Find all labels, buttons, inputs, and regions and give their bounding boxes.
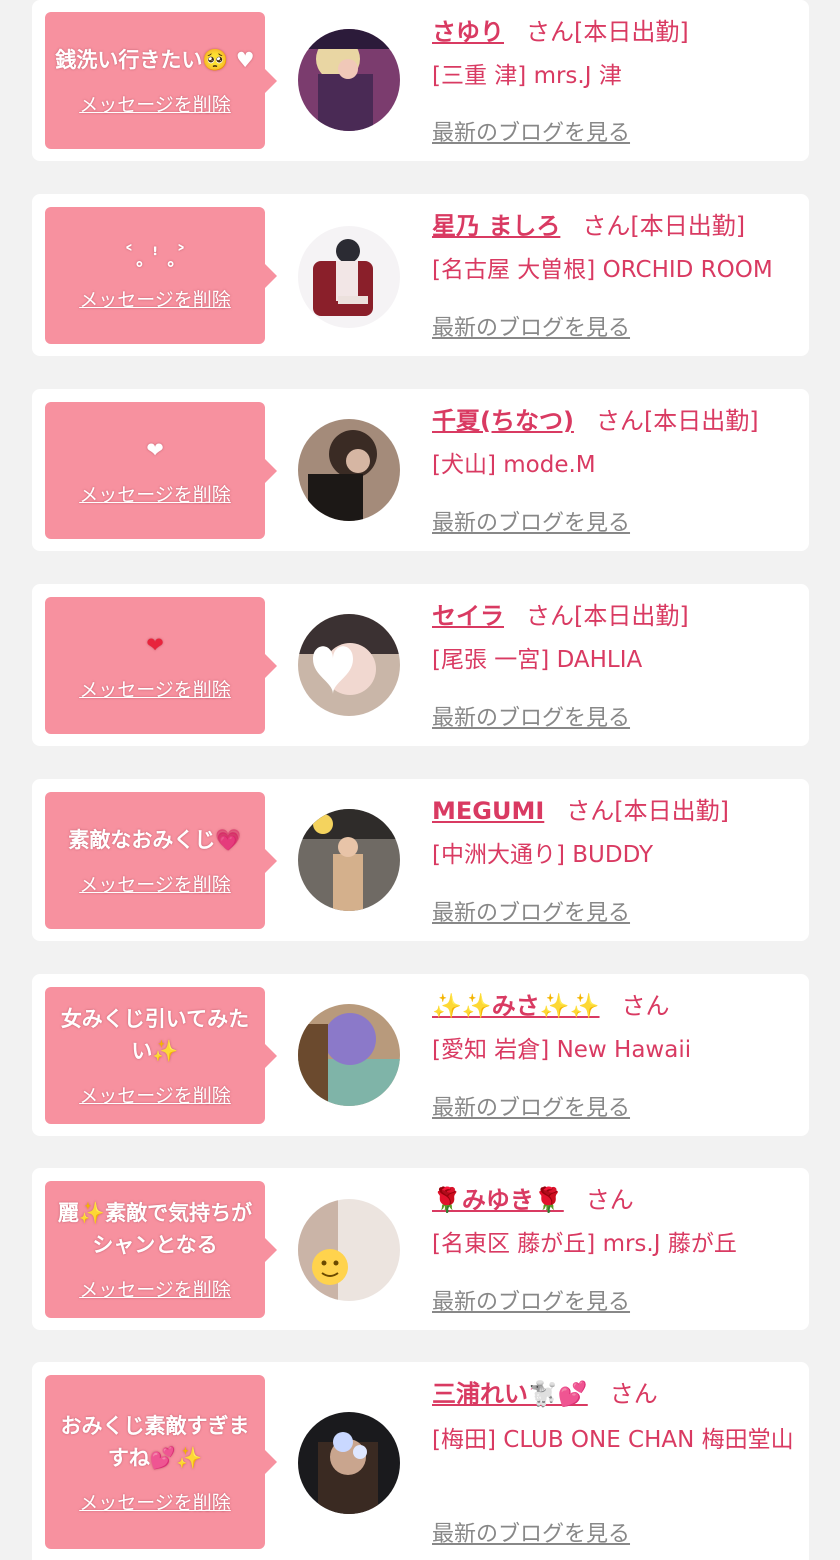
favorite-card: 銭洗い行きたい🥺 ♥ メッセージを削除 さゆり さん[本日出勤] [三重 津] m… — [32, 0, 809, 161]
shop-name: [梅田] CLUB ONE CHAN 梅田堂山 — [432, 1427, 794, 1453]
cast-name-link[interactable]: 星乃 ましろ — [432, 212, 560, 240]
latest-blog-link[interactable]: 最新のブログを見る — [432, 115, 630, 147]
favorite-card: 麗✨素敵で気持ちがシャンとなる メッセージを削除 🌹みゆき🌹 さん [名東区 藤が… — [32, 1168, 809, 1330]
san-label: さん — [595, 407, 644, 435]
san-label: さん — [582, 212, 631, 240]
message-emoji: 🥺 ♥ — [202, 48, 255, 72]
message-bubble: ˂˳ ꜝ ˳˃ メッセージを削除 — [45, 207, 277, 344]
message-bubble: 女みくじ引いてみたい✨ メッセージを削除 — [45, 987, 277, 1124]
message-text: 女みくじ引いてみたい✨ — [53, 1003, 257, 1067]
cast-name-link[interactable]: さゆり — [432, 18, 504, 46]
message-text-body: 銭洗い行きたい — [55, 48, 203, 72]
message-emoji: ✨ — [152, 1039, 179, 1063]
attendance-status: [本日出勤] — [643, 407, 759, 435]
shop-name: [愛知 岩倉] New Hawaii — [432, 1037, 692, 1063]
message-text: 素敵なおみくじ💗 — [68, 824, 241, 856]
cast-name-link[interactable]: MEGUMI — [432, 797, 544, 825]
san-label: さん — [609, 1380, 658, 1408]
avatar[interactable] — [298, 1199, 400, 1301]
message-bubble: 麗✨素敵で気持ちがシャンとなる メッセージを削除 — [45, 1181, 277, 1318]
delete-message-button[interactable]: メッセージを削除 — [79, 90, 231, 117]
message-text: 銭洗い行きたい🥺 ♥ — [55, 44, 254, 76]
favorite-card: ˂˳ ꜝ ˳˃ メッセージを削除 星乃 ましろ さん[本日出勤] [名古屋 大曽根… — [32, 194, 809, 356]
avatar[interactable] — [298, 419, 400, 521]
message-bubble: 素敵なおみくじ💗 メッセージを削除 — [45, 792, 277, 929]
message-text: ❤ — [146, 438, 164, 462]
latest-blog-link[interactable]: 最新のブログを見る — [432, 895, 630, 927]
delete-message-button[interactable]: メッセージを削除 — [79, 870, 231, 897]
message-emoji: 💕✨ — [149, 1445, 203, 1470]
message-bubble: おみくじ素敵すぎますね💕✨ メッセージを削除 — [45, 1375, 277, 1549]
message-emoji: 💗 — [215, 828, 242, 852]
latest-blog-link[interactable]: 最新のブログを見る — [432, 505, 630, 537]
favorite-card: ❤ メッセージを削除 千夏(ちなつ) さん[本日出勤] [犬山] mode.M 最… — [32, 389, 809, 551]
latest-blog-link[interactable]: 最新のブログを見る — [432, 1284, 630, 1316]
message-text: ❤ — [146, 633, 164, 657]
cast-info: 星乃 ましろ さん[本日出勤] [名古屋 大曽根] ORCHID ROOM — [432, 208, 795, 288]
avatar[interactable] — [298, 226, 400, 328]
cast-info: 三浦れい🐩💕 さん [梅田] CLUB ONE CHAN 梅田堂山 — [432, 1376, 795, 1460]
san-label: さん — [526, 602, 574, 630]
favorite-card: 女みくじ引いてみたい✨ メッセージを削除 ✨✨みさ✨✨ さん [愛知 岩倉] Ne… — [32, 974, 809, 1136]
latest-blog-link[interactable]: 最新のブログを見る — [432, 700, 630, 732]
shop-name: [尾張 一宮] DAHLIA — [432, 647, 643, 673]
cast-info: 🌹みゆき🌹 さん [名東区 藤が丘] mrs.J 藤が丘 — [432, 1182, 795, 1262]
message-text: 麗✨素敵で気持ちがシャンとなる — [57, 1201, 253, 1257]
avatar[interactable] — [298, 1412, 400, 1514]
latest-blog-link[interactable]: 最新のブログを見る — [432, 1090, 630, 1122]
cast-name-link[interactable]: 🌹みゆき🌹 — [432, 1186, 564, 1214]
san-label: さん — [585, 1186, 634, 1214]
favorite-card: ❤ メッセージを削除 セイラ さん[本日出勤] [尾張 一宮] DAHLIA 最新… — [32, 584, 809, 746]
message-text: ˂˳ ꜝ ˳˃ — [123, 243, 187, 267]
attendance-status: [本日出勤] — [574, 18, 689, 46]
cast-name-link[interactable]: セイラ — [432, 602, 504, 630]
attendance-status: [本日出勤] — [630, 212, 746, 240]
delete-message-button[interactable]: メッセージを削除 — [79, 675, 231, 702]
shop-name: [中洲大通り] BUDDY — [432, 842, 654, 868]
cast-name-link[interactable]: ✨✨みさ✨✨ — [432, 992, 600, 1020]
avatar[interactable] — [298, 809, 400, 911]
delete-message-button[interactable]: メッセージを削除 — [79, 1275, 231, 1302]
cast-info: さゆり さん[本日出勤] [三重 津] mrs.J 津 — [432, 14, 795, 94]
san-label: さん — [566, 797, 615, 825]
message-text-body: 素敵なおみくじ — [68, 828, 216, 852]
message-text: おみくじ素敵すぎますね💕✨ — [53, 1410, 257, 1474]
latest-blog-link[interactable]: 最新のブログを見る — [432, 1516, 630, 1548]
shop-name: [名東区 藤が丘] mrs.J 藤が丘 — [432, 1231, 737, 1257]
avatar[interactable] — [298, 614, 400, 716]
delete-message-button[interactable]: メッセージを削除 — [79, 1081, 231, 1108]
cast-info: セイラ さん[本日出勤] [尾張 一宮] DAHLIA — [432, 598, 795, 678]
message-bubble: ❤ メッセージを削除 — [45, 402, 277, 539]
favorite-card: おみくじ素敵すぎますね💕✨ メッセージを削除 三浦れい🐩💕 さん [梅田] CLU… — [32, 1362, 809, 1560]
san-label: さん — [526, 18, 574, 46]
shop-name: [三重 津] mrs.J 津 — [432, 63, 622, 89]
cast-name-link[interactable]: 千夏(ちなつ) — [432, 407, 574, 435]
avatar[interactable] — [298, 1004, 400, 1106]
delete-message-button[interactable]: メッセージを削除 — [79, 285, 231, 312]
message-bubble: ❤ メッセージを削除 — [45, 597, 277, 734]
cast-info: 千夏(ちなつ) さん[本日出勤] [犬山] mode.M — [432, 403, 795, 483]
san-label: さん — [621, 992, 670, 1020]
attendance-status: [本日出勤] — [614, 797, 730, 825]
cast-info: MEGUMI さん[本日出勤] [中洲大通り] BUDDY — [432, 793, 795, 873]
delete-message-button[interactable]: メッセージを削除 — [79, 480, 231, 507]
cast-name-link[interactable]: 三浦れい🐩💕 — [432, 1380, 588, 1408]
latest-blog-link[interactable]: 最新のブログを見る — [432, 310, 630, 342]
delete-message-button[interactable]: メッセージを削除 — [79, 1488, 231, 1515]
favorite-card: 素敵なおみくじ💗 メッセージを削除 MEGUMI さん[本日出勤] [中洲大通り]… — [32, 779, 809, 941]
shop-name: [犬山] mode.M — [432, 452, 596, 478]
message-bubble: 銭洗い行きたい🥺 ♥ メッセージを削除 — [45, 12, 277, 149]
avatar[interactable] — [298, 29, 400, 131]
shop-name: [名古屋 大曽根] ORCHID ROOM — [432, 257, 773, 283]
attendance-status: [本日出勤] — [574, 602, 689, 630]
cast-info: ✨✨みさ✨✨ さん [愛知 岩倉] New Hawaii — [432, 988, 795, 1068]
